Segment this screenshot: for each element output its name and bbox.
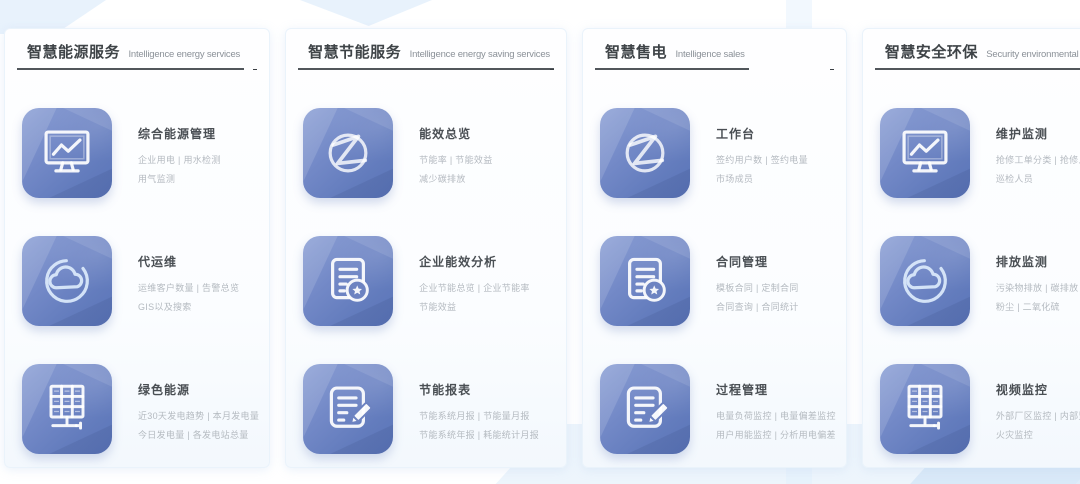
card-subtext-line: 企业用电 | 用水检测	[138, 151, 221, 170]
card-subtext-line: 用户用能监控 | 分析用电偏差	[716, 426, 836, 445]
card-subtext-line: 合同查询 | 合同统计	[716, 298, 799, 317]
card-video-surveillance[interactable]: 视频监控 外部厂区监控 | 内部监控 火灾监控	[873, 364, 1080, 454]
panel-subtitle: Security environmental protection	[986, 49, 1080, 60]
panel-header: 智慧能源服务 Intelligence energy services	[15, 41, 259, 70]
panel-title: 智慧能源服务	[27, 44, 120, 61]
card-subtext-line: 污染物排放 | 碳排放	[996, 279, 1079, 298]
card-text: 维护监测 抢修工单分类 | 抢修人员 巡检人员	[996, 108, 1080, 189]
card-subtext-line: 减少碳排放	[419, 170, 492, 189]
card-text: 视频监控 外部厂区监控 | 内部监控 火灾监控	[996, 364, 1080, 445]
card-subtext-line: 用气监测	[138, 170, 221, 189]
panel-header-text: 智慧售电 Intelligence sales	[595, 41, 749, 70]
panel-header: 智慧售电 Intelligence sales	[593, 41, 836, 70]
card-text: 能效总览 节能率 | 节能效益 减少碳排放	[419, 108, 492, 189]
document-pencil-icon	[303, 364, 393, 454]
card-title: 排放监测	[996, 253, 1079, 270]
card-subtext-line: 粉尘 | 二氧化硫	[996, 298, 1079, 317]
card-text: 合同管理 模板合同 | 定制合同 合同查询 | 合同统计	[716, 236, 799, 317]
card-enterprise-analysis[interactable]: 企业能效分析 企业节能总览 | 企业节能率 节能效益	[296, 236, 556, 326]
card-title: 绿色能源	[138, 381, 259, 398]
card-text: 工作台 签约用户数 | 签约电量 市场成员	[716, 108, 808, 189]
card-subtext-line: 市场成员	[716, 170, 808, 189]
rule-dot-right	[550, 69, 554, 70]
card-text: 企业能效分析 企业节能总览 | 企业节能率 节能效益	[419, 236, 530, 317]
panel-header-text: 智慧能源服务 Intelligence energy services	[17, 41, 244, 70]
card-maintenance-monitoring[interactable]: 维护监测 抢修工单分类 | 抢修人员 巡检人员	[873, 108, 1080, 198]
panel-title: 智慧节能服务	[308, 44, 401, 61]
card-subtext-line: 节能效益	[419, 298, 530, 317]
document-pencil-icon	[600, 364, 690, 454]
panel-header-text: 智慧安全环保 Security environmental protection	[875, 41, 1080, 70]
card-title: 能效总览	[419, 125, 492, 142]
cloud-circle-icon	[22, 236, 112, 326]
card-text: 过程管理 电量负荷监控 | 电量偏差监控 用户用能监控 | 分析用电偏差	[716, 364, 836, 445]
card-title: 代运维	[138, 253, 239, 270]
card-title: 节能报表	[419, 381, 539, 398]
card-text: 综合能源管理 企业用电 | 用水检测 用气监测	[138, 108, 221, 189]
panel-title: 智慧售电	[605, 44, 667, 61]
card-process-management[interactable]: 过程管理 电量负荷监控 | 电量偏差监控 用户用能监控 | 分析用电偏差	[593, 364, 836, 454]
card-emission-monitoring[interactable]: 排放监测 污染物排放 | 碳排放 粉尘 | 二氧化硫	[873, 236, 1080, 326]
card-subtext-line: 企业节能总览 | 企业节能率	[419, 279, 530, 298]
card-subtext-line: 节能率 | 节能效益	[419, 151, 492, 170]
card-subtext-line: 模板合同 | 定制合同	[716, 279, 799, 298]
panel-subtitle: Intelligence energy saving services	[410, 49, 550, 60]
card-subtext-line: 火灾监控	[996, 426, 1080, 445]
card-title: 合同管理	[716, 253, 799, 270]
card-title: 视频监控	[996, 381, 1080, 398]
panel-safety-environment: 智慧安全环保 Security environmental protection…	[862, 28, 1080, 468]
services-overview-page: 智慧能源服务 Intelligence energy services 综合能源…	[0, 0, 1080, 484]
card-contract-management[interactable]: 合同管理 模板合同 | 定制合同 合同查询 | 合同统计	[593, 236, 836, 326]
rule-dot-right	[253, 69, 257, 70]
card-subtext-line: 签约用户数 | 签约电量	[716, 151, 808, 170]
card-text: 排放监测 污染物排放 | 碳排放 粉尘 | 二氧化硫	[996, 236, 1079, 317]
card-text: 绿色能源 近30天发电趋势 | 本月发电量 今日发电量 | 各发电站总量	[138, 364, 259, 445]
panel-subtitle: Intelligence energy services	[128, 49, 240, 60]
card-subtext-line: 巡检人员	[996, 170, 1080, 189]
panel-subtitle: Intelligence sales	[675, 49, 744, 60]
panel-energy-saving: 智慧节能服务 Intelligence energy saving servic…	[285, 28, 567, 468]
card-subtext-line: GIS以及搜索	[138, 298, 239, 317]
card-efficiency-overview[interactable]: 能效总览 节能率 | 节能效益 减少碳排放	[296, 108, 556, 198]
card-green-energy[interactable]: 绿色能源 近30天发电趋势 | 本月发电量 今日发电量 | 各发电站总量	[15, 364, 259, 454]
monitor-chart-icon	[880, 108, 970, 198]
panel-header: 智慧节能服务 Intelligence energy saving servic…	[296, 41, 556, 70]
card-title: 企业能效分析	[419, 253, 530, 270]
card-workbench[interactable]: 工作台 签约用户数 | 签约电量 市场成员	[593, 108, 836, 198]
panel-energy-services: 智慧能源服务 Intelligence energy services 综合能源…	[4, 28, 270, 468]
card-saving-reports[interactable]: 节能报表 节能系统月报 | 节能量月报 节能系统年报 | 耗能统计月报	[296, 364, 556, 454]
panel-electricity-sales: 智慧售电 Intelligence sales 工作台 签约用户数 | 签约电量…	[582, 28, 847, 468]
card-title: 维护监测	[996, 125, 1080, 142]
z-logo-icon	[303, 108, 393, 198]
cloud-circle-icon	[880, 236, 970, 326]
card-title: 工作台	[716, 125, 808, 142]
document-star-icon	[303, 236, 393, 326]
card-text: 节能报表 节能系统月报 | 节能量月报 节能系统年报 | 耗能统计月报	[419, 364, 539, 445]
rule-dot-right	[830, 69, 834, 70]
card-subtext-line: 今日发电量 | 各发电站总量	[138, 426, 259, 445]
card-subtext-line: 运维客户数量 | 告警总览	[138, 279, 239, 298]
card-subtext-line: 节能系统月报 | 节能量月报	[419, 407, 539, 426]
document-star-icon	[600, 236, 690, 326]
z-logo-icon	[600, 108, 690, 198]
card-integrated-energy[interactable]: 综合能源管理 企业用电 | 用水检测 用气监测	[15, 108, 259, 198]
card-text: 代运维 运维客户数量 | 告警总览 GIS以及搜索	[138, 236, 239, 317]
solar-panel-icon	[880, 364, 970, 454]
card-subtext-line: 近30天发电趋势 | 本月发电量	[138, 407, 259, 426]
card-subtext-line: 节能系统年报 | 耗能统计月报	[419, 426, 539, 445]
panel-title: 智慧安全环保	[885, 44, 978, 61]
background-shape	[300, 0, 432, 26]
service-columns: 智慧能源服务 Intelligence energy services 综合能源…	[0, 28, 1080, 468]
monitor-chart-icon	[22, 108, 112, 198]
panel-header: 智慧安全环保 Security environmental protection	[873, 41, 1080, 70]
card-title: 过程管理	[716, 381, 836, 398]
solar-panel-icon	[22, 364, 112, 454]
card-agent-ops[interactable]: 代运维 运维客户数量 | 告警总览 GIS以及搜索	[15, 236, 259, 326]
panel-header-text: 智慧节能服务 Intelligence energy saving servic…	[298, 41, 554, 70]
card-title: 综合能源管理	[138, 125, 221, 142]
card-subtext-line: 外部厂区监控 | 内部监控	[996, 407, 1080, 426]
card-subtext-line: 电量负荷监控 | 电量偏差监控	[716, 407, 836, 426]
card-subtext-line: 抢修工单分类 | 抢修人员	[996, 151, 1080, 170]
